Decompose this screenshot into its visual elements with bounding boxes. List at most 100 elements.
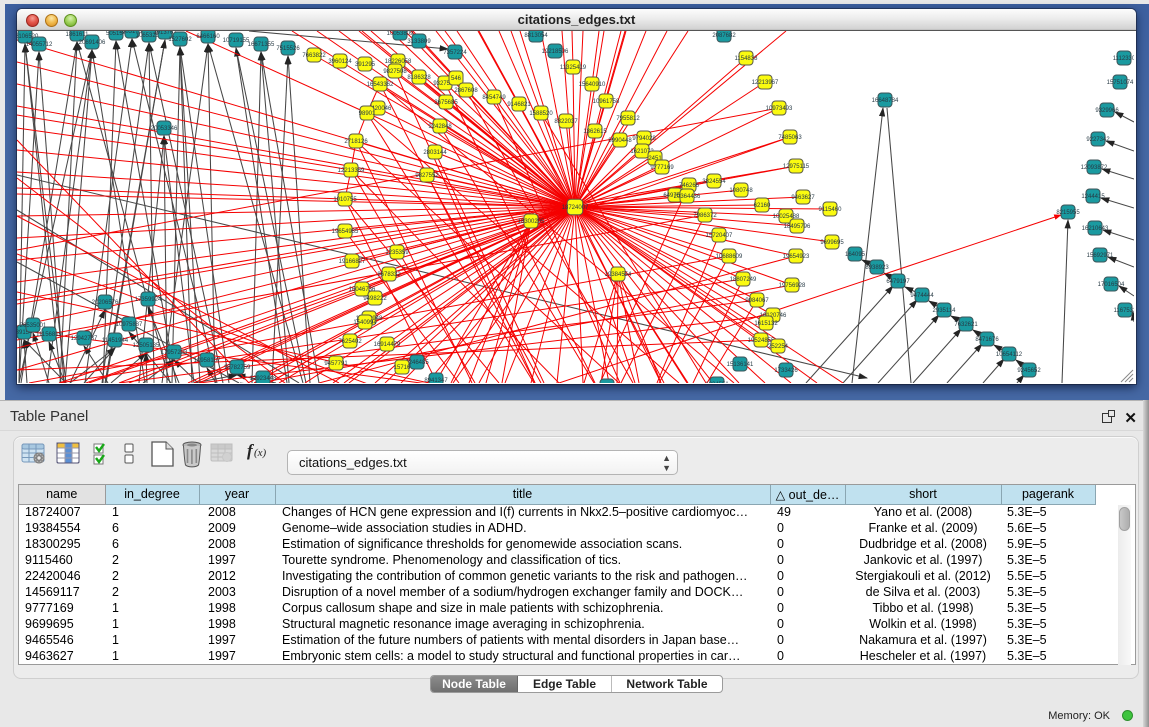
svg-text:9827552: 9827552 — [415, 173, 439, 179]
svg-text:2867608: 2867608 — [454, 88, 478, 94]
svg-text:11325419: 11325419 — [560, 65, 587, 71]
svg-text:1235359: 1235359 — [385, 250, 409, 256]
svg-text:9242848: 9242848 — [428, 124, 452, 130]
svg-text:7663822: 7663822 — [302, 53, 326, 59]
svg-text:19384554: 19384554 — [605, 272, 632, 278]
svg-text:15720407: 15720407 — [706, 233, 733, 239]
svg-text:15751074: 15751074 — [1107, 80, 1134, 86]
svg-text:16782759: 16782759 — [224, 365, 251, 371]
svg-text:3133809: 3133809 — [407, 39, 431, 45]
svg-text:10719155: 10719155 — [223, 38, 250, 44]
svg-text:9245652: 9245652 — [1017, 368, 1041, 374]
svg-text:8186328: 8186328 — [407, 75, 431, 81]
svg-text:17359924: 17359924 — [135, 297, 162, 303]
svg-text:10688609: 10688609 — [716, 254, 743, 260]
svg-text:10973493: 10973493 — [766, 106, 793, 112]
svg-text:1112330: 1112330 — [1113, 56, 1134, 62]
svg-text:16914479: 16914479 — [374, 342, 401, 348]
svg-text:10654112: 10654112 — [996, 352, 1023, 358]
svg-text:11451944: 11451944 — [102, 338, 129, 344]
svg-text:252254: 252254 — [768, 344, 789, 350]
svg-text:746266: 746266 — [679, 183, 700, 189]
svg-text:1080748: 1080748 — [729, 188, 753, 194]
svg-text:8938923: 8938923 — [865, 265, 889, 271]
svg-text:9474444: 9474444 — [910, 293, 934, 299]
svg-text:9115460: 9115460 — [819, 207, 843, 213]
svg-text:18724007: 18724007 — [562, 205, 589, 211]
svg-text:19756928: 19756928 — [779, 283, 806, 289]
svg-text:62160: 62160 — [754, 203, 771, 209]
svg-text:7357224: 7357224 — [443, 50, 467, 56]
svg-text:12923448: 12923448 — [250, 376, 277, 382]
svg-text:20053346: 20053346 — [151, 126, 178, 132]
svg-text:98901: 98901 — [359, 111, 376, 117]
svg-text:1588520: 1588520 — [529, 111, 553, 117]
svg-text:20206576: 20206576 — [92, 300, 119, 306]
svg-text:19654923: 19654923 — [783, 254, 810, 260]
svg-text:14055712: 14055712 — [26, 42, 53, 48]
svg-text:20691406: 20691406 — [79, 40, 106, 46]
svg-text:8322037: 8322037 — [554, 119, 578, 125]
svg-text:9794028: 9794028 — [632, 136, 656, 142]
svg-text:3960124: 3960124 — [328, 59, 352, 65]
svg-text:7515526: 7515526 — [276, 46, 300, 52]
svg-text:9699695: 9699695 — [820, 240, 844, 246]
svg-text:15692971: 15692971 — [1087, 253, 1114, 259]
svg-text:8454749: 8454749 — [482, 95, 506, 101]
svg-text:8990448: 8990448 — [608, 138, 632, 144]
svg-text:8678332: 8678332 — [377, 272, 401, 278]
svg-text:9827508: 9827508 — [383, 69, 407, 75]
svg-text:18300295: 18300295 — [518, 219, 545, 225]
svg-text:1362615: 1362615 — [583, 129, 607, 135]
svg-text:12942737: 12942737 — [71, 336, 98, 342]
svg-text:9146821: 9146821 — [507, 102, 531, 108]
svg-text:(x): (x) — [254, 447, 267, 459]
svg-text:18495796: 18495796 — [784, 224, 811, 230]
svg-text:7632621: 7632621 — [954, 322, 978, 328]
svg-text:10961758: 10961758 — [593, 99, 620, 105]
svg-text:12213369: 12213369 — [338, 168, 365, 174]
svg-text:1224551: 1224551 — [705, 382, 729, 383]
svg-text:15136141: 15136141 — [727, 362, 754, 368]
svg-text:12505135: 12505135 — [133, 343, 160, 349]
svg-text:15716: 15716 — [394, 365, 411, 371]
svg-text:16671355: 16671355 — [248, 42, 275, 48]
svg-text:2803144: 2803144 — [423, 150, 447, 156]
svg-text:9084067: 9084067 — [745, 298, 769, 304]
svg-text:1733426: 1733426 — [774, 368, 798, 374]
svg-text:9457791: 9457791 — [324, 361, 348, 367]
svg-text:8941347: 8941347 — [424, 378, 448, 383]
svg-text:8471676: 8471676 — [975, 337, 999, 343]
svg-text:1540994: 1540994 — [353, 320, 377, 326]
svg-text:12975115: 12975115 — [783, 164, 810, 170]
svg-text:1615132: 1615132 — [754, 321, 778, 327]
svg-text:16210643: 16210643 — [1082, 226, 1109, 232]
svg-text:1167533: 1167533 — [1114, 308, 1134, 314]
svg-text:7485063: 7485063 — [778, 135, 802, 141]
svg-text:17957223: 17957223 — [161, 350, 188, 356]
svg-text:1244415: 1244415 — [1081, 194, 1105, 200]
svg-text:6466160: 6466160 — [196, 34, 220, 40]
svg-text:164095: 164095 — [845, 252, 866, 258]
svg-text:1010755: 1010755 — [333, 197, 357, 203]
svg-text:9329966: 9329966 — [1095, 108, 1119, 114]
svg-text:16648784: 16648784 — [872, 98, 899, 104]
svg-text:2935114: 2935114 — [933, 308, 957, 314]
svg-text:2087682: 2087682 — [712, 33, 736, 39]
svg-text:20364436: 20364436 — [674, 194, 701, 200]
svg-text:12093872: 12093872 — [1081, 165, 1108, 171]
svg-text:8215955: 8215955 — [1056, 210, 1080, 216]
svg-text:1154838: 1154838 — [735, 56, 759, 62]
svg-text:9227342: 9227342 — [1086, 137, 1110, 143]
svg-text:17016504: 17016504 — [1098, 282, 1125, 288]
svg-text:19654985: 19654985 — [332, 229, 359, 235]
svg-text:15640910: 15640910 — [579, 82, 606, 88]
svg-text:391295: 391295 — [355, 62, 376, 68]
svg-text:10975887: 10975887 — [116, 322, 143, 328]
svg-text:3675685: 3675685 — [434, 100, 458, 106]
svg-text:19218596: 19218596 — [542, 49, 569, 55]
svg-text:9777169: 9777169 — [650, 165, 674, 171]
svg-text:10053809: 10053809 — [387, 31, 414, 37]
svg-text:19166827: 19166827 — [339, 259, 366, 265]
svg-text:9498222: 9498222 — [363, 296, 387, 302]
